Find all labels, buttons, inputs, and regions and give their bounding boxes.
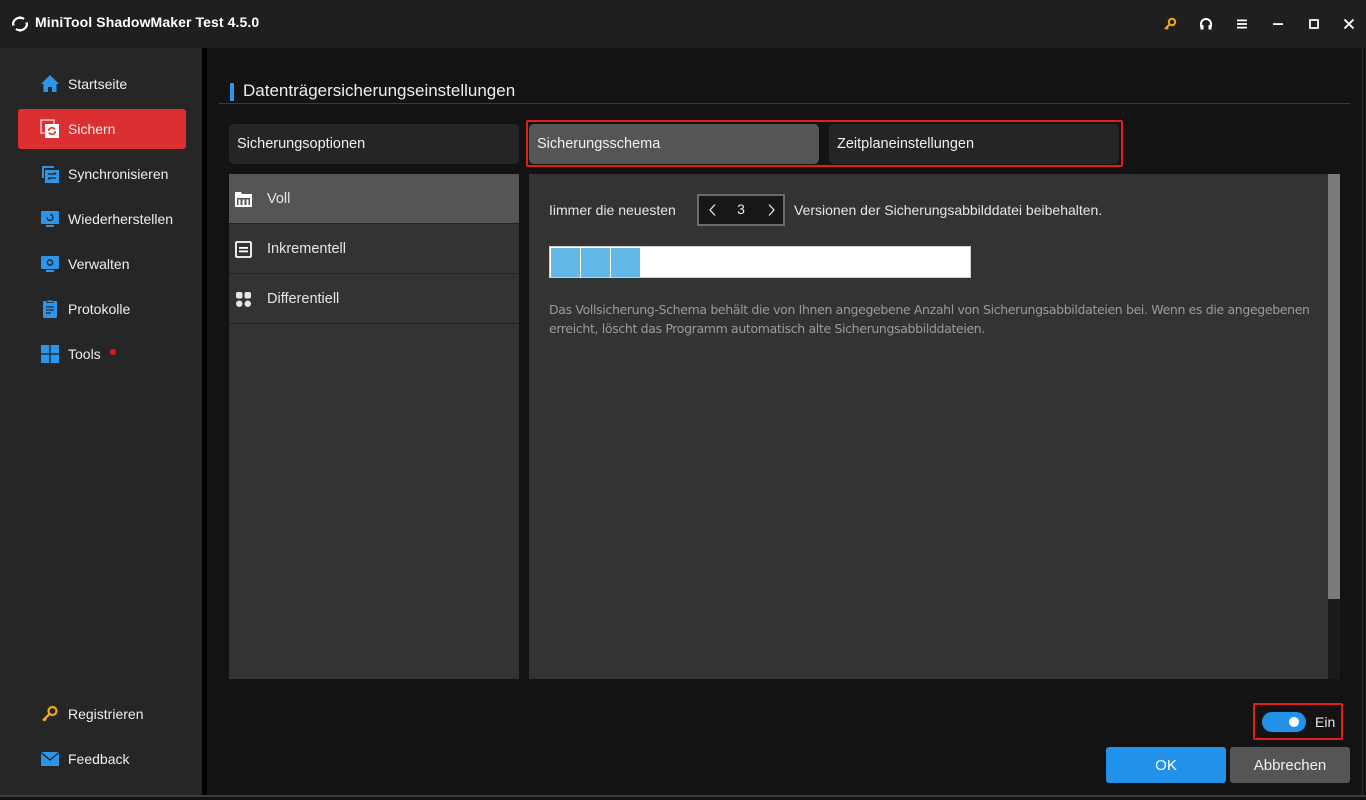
window-bottom-border [0, 795, 1366, 797]
sidebar-item-startseite[interactable]: Startseite [18, 64, 186, 104]
sidebar-item-label: Startseite [68, 76, 128, 92]
tab-sicherungsoptionen[interactable]: Sicherungsoptionen [229, 124, 519, 164]
sidebar-item-label: Protokolle [68, 301, 131, 317]
sidebar-item-sichern[interactable]: Sichern [18, 109, 186, 149]
sidebar-item-label: Synchronisieren [68, 166, 169, 182]
section-divider [219, 103, 1350, 104]
scheme-label: Voll [267, 190, 291, 207]
toggle-switch[interactable] [1262, 712, 1306, 732]
scheme-label: Differentiell [267, 290, 340, 307]
sidebar-divider [202, 48, 207, 797]
scrollbar-thumb[interactable] [1328, 174, 1340, 599]
version-count-stepper[interactable]: 3 [697, 194, 785, 226]
increment-button[interactable] [761, 200, 781, 220]
scheme-item-voll[interactable]: Voll [229, 174, 519, 224]
scheme-item-inkrementell[interactable]: Inkrementell [229, 224, 519, 274]
title-bar: MiniTool ShadowMaker Test 4.5.0 [0, 0, 1366, 48]
sidebar: Startseite Sichern Synchronisieren Wiede… [0, 48, 202, 797]
retention-prefix-text: Iimmer die neuesten [549, 202, 676, 218]
notification-dot [110, 349, 116, 355]
section-accent-bar [230, 83, 234, 101]
sidebar-item-synchronisieren[interactable]: Synchronisieren [18, 154, 186, 194]
restore-icon [41, 211, 59, 227]
scheme-label: Inkrementell [267, 240, 346, 257]
cancel-button[interactable]: Abbrechen [1230, 747, 1350, 783]
sidebar-item-feedback[interactable]: Feedback [18, 739, 186, 779]
mail-icon [40, 751, 60, 766]
sidebar-item-label: Verwalten [68, 256, 130, 272]
scheme-item-differentiell[interactable]: Differentiell [229, 274, 519, 324]
register-key-button[interactable] [1158, 12, 1182, 36]
sidebar-item-registrieren[interactable]: Registrieren [18, 694, 186, 734]
tools-icon [41, 345, 59, 363]
support-button[interactable] [1194, 12, 1218, 36]
section-title: Datenträgersicherungseinstellungen [243, 81, 516, 100]
version-visualization-bar [549, 246, 971, 278]
incremental-icon [235, 241, 252, 258]
toggle-label: Ein [1315, 714, 1336, 730]
sidebar-item-wiederherstellen[interactable]: Wiederherstellen [18, 199, 186, 239]
ok-button[interactable]: OK [1106, 747, 1226, 783]
scheme-toggle[interactable]: Ein [1262, 712, 1335, 732]
close-icon [1343, 18, 1355, 30]
toggle-knob [1289, 717, 1299, 727]
scheme-list: Voll Inkrementell Differentiell [229, 174, 519, 679]
chevron-right-icon [768, 204, 775, 216]
sidebar-item-label: Sichern [68, 121, 116, 137]
retention-suffix-text: Versionen der Sicherungsabbilddatei beib… [794, 202, 1103, 218]
key-icon [1164, 17, 1177, 30]
logs-icon [43, 299, 57, 318]
maximize-button[interactable] [1302, 12, 1326, 36]
scheme-description: Das Vollsicherung-Schema behält die von … [549, 300, 1339, 338]
sidebar-item-tools[interactable]: Tools [18, 334, 186, 374]
sidebar-item-verwalten[interactable]: Verwalten [18, 244, 186, 284]
backup-icon [40, 119, 59, 138]
differential-icon [236, 292, 251, 307]
minimize-icon [1273, 23, 1283, 25]
sidebar-item-label: Wiederherstellen [68, 211, 174, 227]
menu-icon [1237, 19, 1247, 29]
key-icon [42, 705, 58, 722]
maximize-icon [1309, 19, 1319, 29]
menu-button[interactable] [1230, 12, 1254, 36]
tab-sicherungsschema[interactable]: Sicherungsschema [529, 124, 819, 164]
manage-icon [41, 256, 59, 272]
description-line-1: Das Vollsicherung-Schema behält die von … [549, 302, 1310, 317]
description-line-2: erreicht, löscht das Programm automatisc… [549, 321, 986, 336]
app-title: MiniTool ShadowMaker Test 4.5.0 [35, 14, 260, 30]
close-button[interactable] [1337, 12, 1361, 36]
version-cell [611, 248, 640, 277]
tab-zeitplaneinstellungen[interactable]: Zeitplaneinstellungen [829, 124, 1119, 164]
version-cell [551, 248, 580, 277]
headset-icon [1200, 18, 1212, 30]
sidebar-item-label: Registrieren [68, 706, 144, 722]
sync-icon [42, 166, 59, 183]
sidebar-item-label: Feedback [68, 751, 130, 767]
full-backup-icon [235, 192, 252, 207]
app-logo-icon [11, 16, 29, 32]
minimize-button[interactable] [1266, 12, 1290, 36]
home-icon [41, 75, 59, 92]
window-right-border [1362, 48, 1363, 797]
sidebar-item-protokolle[interactable]: Protokolle [18, 289, 186, 329]
version-cell [581, 248, 610, 277]
sidebar-item-label: Tools [68, 346, 101, 362]
